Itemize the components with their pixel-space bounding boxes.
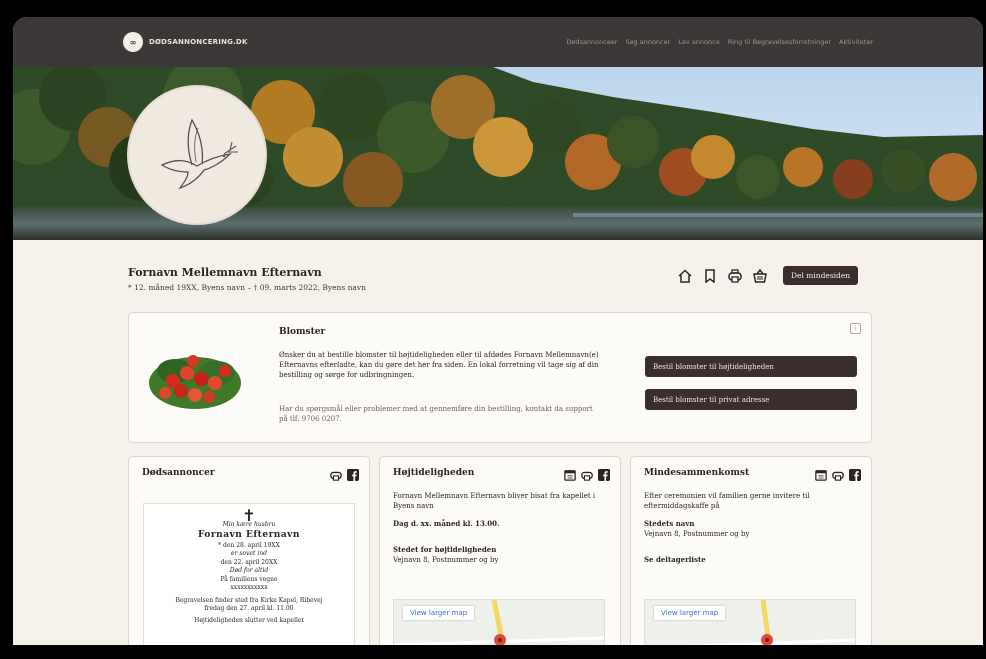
- hero-banner: [13, 67, 983, 240]
- notice-line-3: xxxxxxxxxxx: [230, 584, 268, 591]
- facebook-icon[interactable]: [849, 469, 861, 481]
- memorial-gathering-actions: [815, 469, 861, 481]
- flowers-description: Ønsker du at bestille blomster til højti…: [279, 351, 599, 379]
- notice-sub: er sovet ind: [231, 550, 267, 557]
- flowers-support-text: Har du spørgsmål eller problemer med at …: [279, 405, 593, 423]
- ceremony-map[interactable]: View larger map: [393, 599, 605, 645]
- order-flowers-ceremony-button[interactable]: Bestil blomster til højtideligheden: [645, 356, 857, 377]
- memorial-gathering-intro: Efter ceremonien vil familien gerne invi…: [644, 492, 810, 510]
- ceremony-time: Dag d. xx. måned kl. 13.00.: [393, 519, 500, 528]
- life-dates: * 12. måned 19XX, Byens navn – † 09. mar…: [128, 283, 366, 292]
- nav-item-create[interactable]: Lav annonce: [678, 38, 719, 46]
- calendar-icon[interactable]: [815, 469, 827, 481]
- flowers-card: Blomster Ønsker du at bestille blomster …: [128, 312, 872, 443]
- bookmark-icon[interactable]: [702, 268, 718, 284]
- flower-bouquet-image: [149, 355, 241, 409]
- notice-line-2: På familiens vegne: [220, 575, 278, 583]
- page-actions: Del mindesiden: [677, 266, 859, 285]
- shopping-basket-icon[interactable]: [752, 268, 768, 284]
- main-nav: Dødsannonceer Søg annoncer Lav annonce R…: [566, 17, 873, 67]
- ceremony-place-label: Stedet for højtideligheden: [393, 545, 497, 554]
- print-icon[interactable]: [727, 268, 743, 284]
- memorial-content: Fornavn Mellemnavn Efternavn * 12. måned…: [13, 240, 983, 645]
- obituaries-title: Dødsannoncer: [142, 468, 215, 478]
- site-logo[interactable]: ∞ DØDSANNONCERING.DK: [123, 32, 248, 52]
- order-flowers-private-button[interactable]: Bestil blomster til privat adresse: [645, 389, 857, 410]
- memorial-place-label: Stedets navn: [644, 519, 695, 528]
- notice-line-4: Begravelsen finder sted fra Kirke Kapel,…: [175, 596, 323, 604]
- obituaries-card: Dødsannoncer ✝ Min kære husbru Fornavn E…: [128, 456, 370, 645]
- ceremony-title: Højtideligheden: [393, 468, 475, 478]
- flowers-title: Blomster: [279, 327, 326, 337]
- memorial-map[interactable]: View larger map: [644, 599, 856, 645]
- notice-born: * den 28. april 19XX: [218, 541, 280, 549]
- deceased-name: Fornavn Mellemnavn Efternavn: [128, 266, 322, 279]
- print-icon[interactable]: [581, 469, 593, 481]
- profile-avatar: [127, 85, 267, 225]
- memorial-place-address: Vejnavn 8, Postnummer og by: [644, 530, 750, 538]
- site-name: DØDSANNONCERING.DK: [149, 38, 248, 46]
- dove-icon: [160, 118, 238, 190]
- obituaries-actions: [330, 469, 359, 481]
- obituary-notice[interactable]: ✝ Min kære husbru Fornavn Efternavn * de…: [143, 503, 355, 645]
- nav-item-obituaries[interactable]: Dødsannonceer: [566, 38, 617, 46]
- memorial-gathering-title: Mindesammenkomst: [644, 468, 750, 478]
- notice-line-1: Død for altid: [229, 567, 269, 574]
- participants-link[interactable]: Se deltagerliste: [644, 555, 854, 565]
- notice-name: Fornavn Efternavn: [198, 530, 300, 540]
- notice-lead: Min kære husbru: [222, 520, 276, 528]
- view-larger-map-link[interactable]: View larger map: [654, 606, 726, 620]
- facebook-icon[interactable]: [347, 469, 359, 481]
- ceremony-intro: Fornavn Mellemnavn Efternavn bliver bisa…: [393, 492, 596, 510]
- notice-line-5: fredag den 27. april kl. 11.00: [204, 605, 294, 612]
- ceremony-actions: [564, 469, 610, 481]
- ceremony-card: Højtideligheden Fornavn Mellemnavn Efter…: [379, 456, 621, 645]
- calendar-icon[interactable]: [564, 469, 576, 481]
- ceremony-place-address: Vejnavn 8, Postnummer og by: [393, 556, 499, 564]
- view-larger-map-link[interactable]: View larger map: [403, 606, 475, 620]
- nav-item-search[interactable]: Søg annoncer: [625, 38, 670, 46]
- nav-item-funeral-homes[interactable]: Ring til Begravelsesforretninger: [728, 38, 831, 46]
- nav-item-activities[interactable]: Aktiviteter: [839, 38, 873, 46]
- share-memorial-button[interactable]: Del mindesiden: [783, 266, 859, 285]
- home-icon[interactable]: [677, 268, 693, 284]
- facebook-icon[interactable]: [598, 469, 610, 481]
- cross-icon: ✝: [242, 506, 256, 525]
- browser-page: ∞ DØDSANNONCERING.DK Dødsannonceer Søg a…: [13, 17, 983, 645]
- print-icon[interactable]: [330, 469, 342, 481]
- print-icon[interactable]: [832, 469, 844, 481]
- memorial-gathering-card: Mindesammenkomst Efter ceremonien vil fa…: [630, 456, 872, 645]
- info-icon[interactable]: i: [850, 323, 861, 334]
- notice-died: den 22. april 20XX: [220, 558, 278, 566]
- notice-line-6: Højtideligheden slutter ved kapellet: [194, 616, 304, 624]
- top-navigation-bar: ∞ DØDSANNONCERING.DK Dødsannonceer Søg a…: [13, 17, 983, 67]
- logo-icon: ∞: [123, 32, 143, 52]
